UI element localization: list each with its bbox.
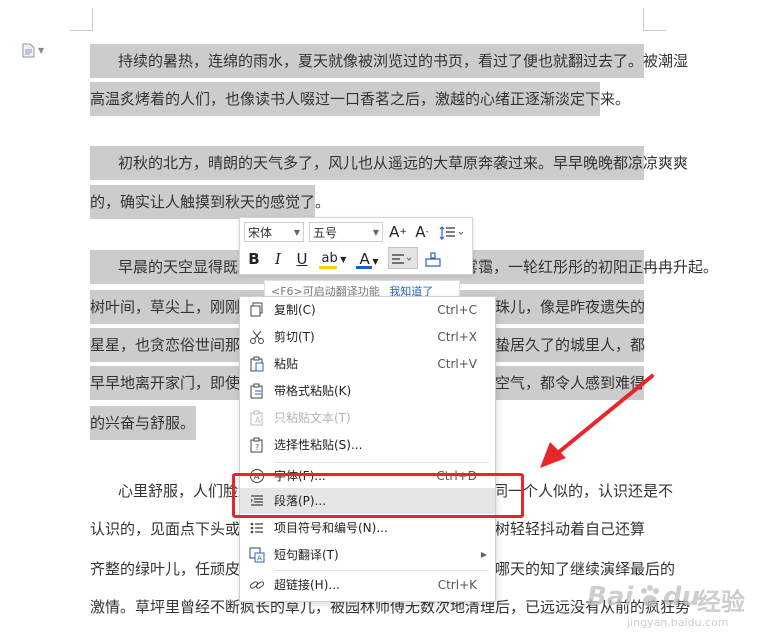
italic-button[interactable]: I xyxy=(269,248,287,270)
baidu-jingyan-watermark: Bai du 经验 jingyan.baidu.com xyxy=(583,576,767,636)
watermark-du: du xyxy=(663,582,701,612)
text-line: 高温炙烤着的人们，也像读书人啜过一口香茗之后，激越的心绪正逐渐淡定下来。 xyxy=(90,82,630,116)
menu-item-label: 超链接(H)... xyxy=(274,578,340,592)
text-line: 的兴奋与舒服。 xyxy=(90,406,196,440)
chevron-down-icon: ▼ xyxy=(369,257,379,266)
menu-item-cut[interactable]: 剪切(T) Ctrl+X xyxy=(240,324,495,350)
menu-item-label: 选择性粘贴(S)... xyxy=(274,438,363,452)
svg-text:A: A xyxy=(257,555,262,563)
menu-item-shortcut: Ctrl+V xyxy=(437,357,477,371)
format-painter-button[interactable] xyxy=(422,248,444,270)
font-color-bar xyxy=(356,266,372,269)
watermark-brand: Bai xyxy=(587,582,634,612)
menu-item-paste[interactable]: 粘贴 Ctrl+V xyxy=(240,351,495,377)
minus-icon: - xyxy=(425,227,429,237)
highlight-label: ab xyxy=(321,251,338,266)
chevron-down-icon: ▼ xyxy=(337,255,347,264)
document-icon xyxy=(22,43,35,57)
menu-item-label: 只粘贴文本(T) xyxy=(274,411,351,425)
watermark-url: jingyan.baidu.com xyxy=(627,616,729,629)
plus-icon: + xyxy=(399,227,407,237)
paste-format-icon xyxy=(250,383,263,399)
menu-separator xyxy=(274,570,489,571)
format-painter-icon xyxy=(425,251,441,267)
highlight-color-bar xyxy=(319,266,337,269)
highlight-button[interactable]: ab ▼ xyxy=(317,248,351,270)
menu-item-paste-with-format[interactable]: 带格式粘贴(K) xyxy=(240,378,495,404)
line-spacing-button[interactable] xyxy=(437,221,467,243)
bold-button[interactable]: B xyxy=(245,248,263,270)
menu-item-label: 短句翻译(T) xyxy=(274,548,339,562)
copy-icon xyxy=(250,302,263,317)
watermark-jingyan: 经验 xyxy=(697,588,745,616)
align-left-icon xyxy=(392,253,412,264)
font-size-value: 五号 xyxy=(313,226,338,240)
menu-item-label: 剪切(T) xyxy=(274,330,315,344)
chevron-down-icon: ▼ xyxy=(372,228,379,237)
bold-label: B xyxy=(248,250,260,268)
menu-item-label: 带格式粘贴(K) xyxy=(274,384,352,398)
bullets-icon xyxy=(250,522,263,534)
paste-special-icon: ? xyxy=(250,437,263,453)
menu-item-paste-special[interactable]: ? 选择性粘贴(S)... xyxy=(240,432,495,458)
font-size-select[interactable]: 五号 ▼ xyxy=(309,222,383,242)
font-color-button[interactable]: A ▼ xyxy=(354,248,384,270)
paw-icon xyxy=(641,585,659,607)
floating-format-toolbar: 宋体 ▼ 五号 ▼ A+ A- B I U ab ▼ A ▼ xyxy=(239,217,473,275)
chevron-down-icon: ▼ xyxy=(293,228,300,237)
menu-item-label: 项目符号和编号(N)... xyxy=(274,521,388,535)
scissors-icon xyxy=(250,330,264,344)
translate-icon: A xyxy=(249,547,265,563)
menu-item-copy[interactable]: 复制(C) Ctrl+C xyxy=(240,297,495,323)
align-button[interactable] xyxy=(388,247,418,269)
svg-text:?: ? xyxy=(255,443,259,452)
grow-font-button[interactable]: A+ xyxy=(388,221,408,243)
shrink-font-button[interactable]: A- xyxy=(412,221,432,243)
menu-item-short-translate[interactable]: A 短句翻译(T) ▶ xyxy=(240,542,495,568)
svg-text:A: A xyxy=(255,416,261,425)
text-line: 初秋的北方，晴朗的天气多了，风儿也从遥远的大草原奔袭过来。早早晚晚都凉凉爽爽 xyxy=(90,146,688,180)
link-icon xyxy=(249,581,265,589)
paste-icon xyxy=(250,356,264,372)
context-menu: 复制(C) Ctrl+C 剪切(T) Ctrl+X 粘贴 Ctrl+V 带格式粘… xyxy=(239,296,496,602)
menu-item-bullets-numbering[interactable]: 项目符号和编号(N)... xyxy=(240,515,495,541)
shrink-font-label: A xyxy=(415,223,426,241)
underline-label: U xyxy=(296,250,308,268)
underline-button[interactable]: U xyxy=(293,248,311,270)
page-corner-top-right xyxy=(643,8,666,31)
menu-item-label: 粘贴 xyxy=(274,357,299,371)
menu-item-paste-text-only[interactable]: A 只粘贴文本(T) xyxy=(240,405,495,431)
italic-label: I xyxy=(275,250,281,268)
text-line: 持续的暑热，连绵的雨水，夏天就像被浏览过的书页，看过了便也就翻过去了。被潮湿 xyxy=(90,44,688,78)
document-canvas: ▼ 持续的暑热，连绵的雨水，夏天就像被浏览过的书页，看过了便也就翻过去了。被潮湿… xyxy=(0,0,767,640)
line-spacing-icon xyxy=(439,225,464,240)
navigation-pane-button[interactable]: ▼ xyxy=(22,42,52,58)
menu-item-shortcut: Ctrl+K xyxy=(437,578,477,592)
font-name-value: 宋体 xyxy=(248,226,273,240)
chevron-down-icon: ▼ xyxy=(38,45,45,55)
grow-font-label: A xyxy=(389,223,400,241)
font-name-select[interactable]: 宋体 ▼ xyxy=(244,222,304,242)
paste-text-icon: A xyxy=(250,410,263,426)
text-line: 的，确实让人触摸到秋天的感觉了。 xyxy=(90,185,330,219)
submenu-arrow-icon: ▶ xyxy=(480,550,487,559)
menu-item-shortcut: Ctrl+C xyxy=(437,303,477,317)
highlight-annotation-box xyxy=(232,473,524,518)
red-arrow-icon xyxy=(540,374,654,468)
menu-item-label: 复制(C) xyxy=(274,303,316,317)
menu-item-shortcut: Ctrl+X xyxy=(437,330,477,344)
page-corner-top-left xyxy=(70,8,93,31)
menu-item-hyperlink[interactable]: 超链接(H)... Ctrl+K xyxy=(240,572,495,598)
